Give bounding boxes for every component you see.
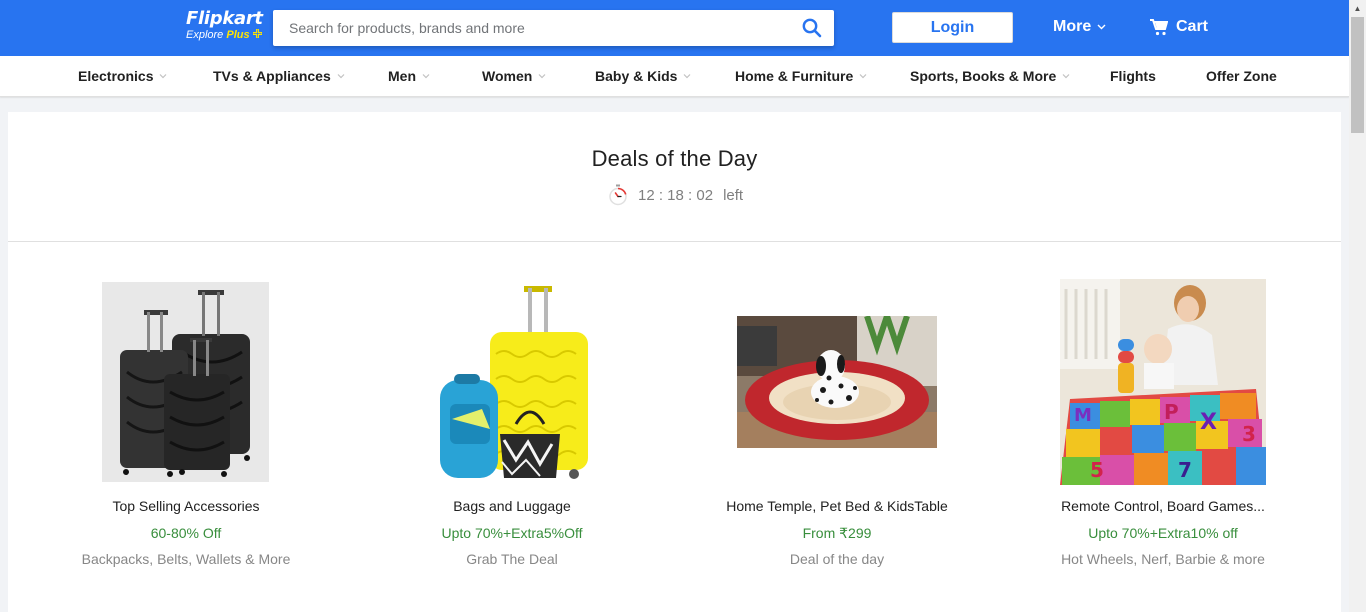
- chevron-down-icon: [859, 74, 867, 79]
- nav-item-women[interactable]: Women: [482, 68, 546, 84]
- plus-icon: [252, 28, 263, 41]
- top-header: Flipkart Explore Plus Login More: [0, 0, 1349, 56]
- deal-card-offer: 60-80% Off: [150, 525, 222, 541]
- yellow-luggage-image: [434, 284, 592, 480]
- nav-item-sports-books[interactable]: Sports, Books & More: [910, 68, 1070, 84]
- timer-countdown: 12 : 18 : 02: [638, 186, 714, 204]
- svg-text:X: X: [1200, 410, 1217, 435]
- pet-bed-image: [737, 316, 937, 448]
- deal-timer: 12 : 18 : 02 left: [608, 184, 743, 206]
- logo-subtext: Explore Plus: [186, 28, 263, 42]
- deals-of-the-day-panel: Deals of the Day 12 : 18 : 02 left Top S…: [8, 112, 1341, 612]
- nav-item-flights[interactable]: Flights: [1110, 68, 1156, 84]
- login-button[interactable]: Login: [892, 12, 1013, 43]
- deal-card-tag: Hot Wheels, Nerf, Barbie & more: [1061, 551, 1265, 567]
- deal-card-name: Remote Control, Board Games...: [1061, 498, 1265, 514]
- timer-suffix: left: [723, 186, 744, 204]
- svg-text:P: P: [1164, 400, 1179, 424]
- svg-text:M: M: [1074, 405, 1092, 426]
- deal-card-name: Bags and Luggage: [453, 498, 571, 514]
- svg-text:7: 7: [1178, 458, 1192, 482]
- chevron-down-icon: [1097, 24, 1106, 30]
- deal-card-offer: Upto 70%+Extra10% off: [1088, 525, 1238, 541]
- logo-explore-text: Explore: [186, 29, 224, 41]
- more-label: More: [1053, 18, 1092, 35]
- chevron-down-icon: [422, 74, 430, 79]
- search-bar: [273, 10, 834, 46]
- nav-item-baby-kids[interactable]: Baby & Kids: [595, 68, 691, 84]
- chevron-down-icon: [538, 74, 546, 79]
- svg-text:5: 5: [1090, 458, 1104, 482]
- cart-icon: [1150, 18, 1168, 35]
- nav-item-label: Electronics: [78, 68, 154, 84]
- nav-item-label: Baby & Kids: [595, 68, 678, 84]
- flipkart-logo[interactable]: Flipkart Explore Plus: [186, 8, 263, 45]
- black-suitcases-image: [102, 282, 269, 482]
- more-menu[interactable]: More: [1053, 18, 1106, 36]
- deal-cards: Top Selling Accessories 60-80% Off Backp…: [8, 243, 1341, 612]
- search-icon: [802, 18, 822, 38]
- nav-item-label: Sports, Books & More: [910, 68, 1057, 84]
- page-scrollbar[interactable]: ▲: [1349, 0, 1366, 612]
- play-mat-image: M P X 5 7 3: [1060, 279, 1266, 485]
- chevron-down-icon: [1062, 74, 1070, 79]
- nav-item-electronics[interactable]: Electronics: [78, 68, 167, 84]
- deal-card[interactable]: Bags and Luggage Upto 70%+Extra5%Off Gra…: [372, 243, 652, 612]
- chevron-down-icon: [684, 74, 691, 79]
- deal-card-name: Top Selling Accessories: [112, 498, 260, 514]
- deal-card-tag: Grab The Deal: [466, 551, 558, 567]
- deal-card[interactable]: M P X 5 7 3 Remote Control, Board Games.…: [1023, 243, 1303, 612]
- nav-item-label: Home & Furniture: [735, 68, 854, 84]
- deal-card[interactable]: Top Selling Accessories 60-80% Off Backp…: [46, 243, 326, 612]
- cart-label: Cart: [1176, 18, 1209, 35]
- deals-title: Deals of the Day: [591, 146, 758, 171]
- nav-item-label: Men: [388, 68, 416, 84]
- deal-card-tag: Deal of the day: [789, 551, 885, 567]
- nav-item-home-furniture[interactable]: Home & Furniture: [735, 68, 867, 84]
- logo-plus-text: Plus: [226, 29, 250, 41]
- nav-item-tvs-appliances[interactable]: TVs & Appliances: [213, 68, 345, 84]
- svg-text:3: 3: [1242, 422, 1256, 446]
- chevron-down-icon: [160, 74, 167, 79]
- nav-item-label: TVs & Appliances: [213, 68, 331, 84]
- search-button[interactable]: [802, 18, 822, 38]
- nav-item-label: Offer Zone: [1206, 68, 1277, 84]
- logo-brand-text: Flipkart: [186, 8, 263, 29]
- nav-item-label: Flights: [1110, 68, 1156, 84]
- chevron-down-icon: [337, 74, 345, 79]
- scroll-up-arrow-icon[interactable]: ▲: [1349, 0, 1366, 17]
- stopwatch-icon: [609, 184, 627, 206]
- deal-card[interactable]: Home Temple, Pet Bed & KidsTable From ₹2…: [697, 243, 977, 612]
- deals-header: Deals of the Day 12 : 18 : 02 left: [8, 112, 1341, 242]
- cart-button[interactable]: Cart: [1150, 18, 1208, 36]
- deal-card-offer: Upto 70%+Extra5%Off: [441, 525, 583, 541]
- search-input[interactable]: [273, 10, 788, 46]
- deal-card-tag: Backpacks, Belts, Wallets & More: [81, 551, 291, 567]
- nav-item-offer-zone[interactable]: Offer Zone: [1206, 68, 1277, 84]
- category-nav: Electronics TVs & Appliances Men Women B…: [0, 56, 1349, 97]
- deal-card-offer: From ₹299: [802, 525, 872, 541]
- nav-item-men[interactable]: Men: [388, 68, 430, 84]
- deal-card-name: Home Temple, Pet Bed & KidsTable: [726, 498, 948, 514]
- nav-item-label: Women: [482, 68, 533, 84]
- scrollbar-thumb[interactable]: [1351, 17, 1364, 133]
